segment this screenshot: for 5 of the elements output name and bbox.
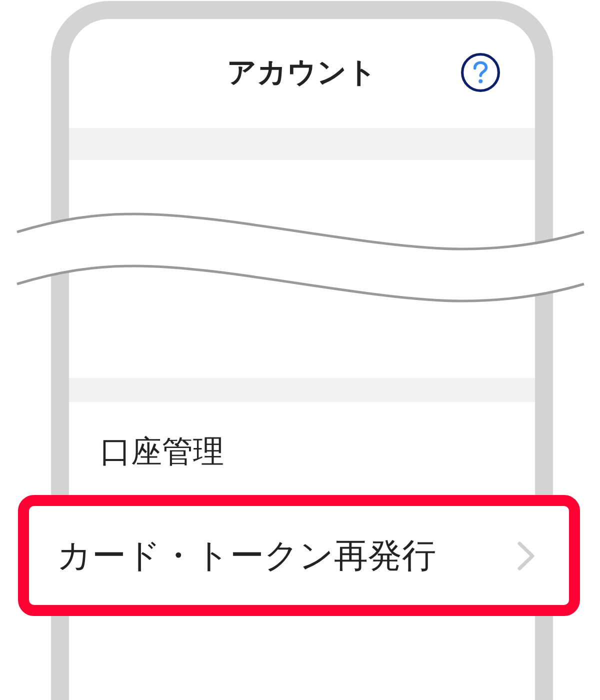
chevron-right-icon bbox=[517, 540, 535, 570]
help-icon[interactable] bbox=[461, 53, 500, 92]
section-heading: 口座管理 bbox=[100, 433, 224, 472]
menu-item[interactable]: カード・トークン再発行 bbox=[18, 495, 580, 616]
screen-title: アカウント bbox=[227, 55, 377, 90]
